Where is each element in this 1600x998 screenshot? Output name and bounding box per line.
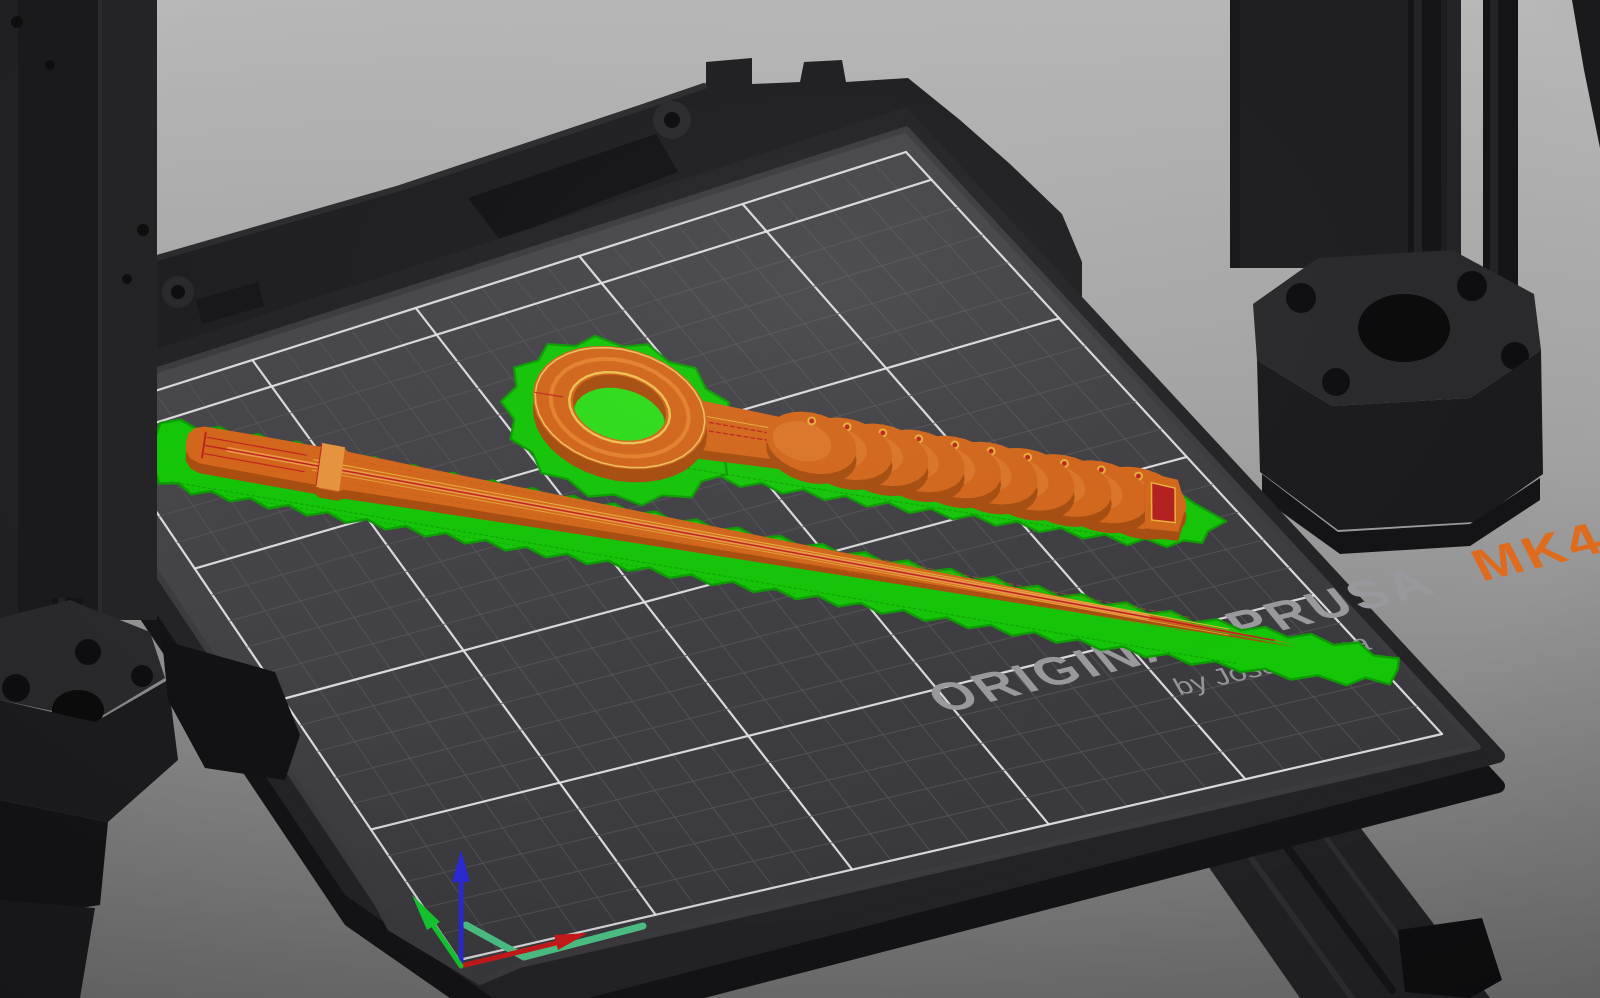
frame-screw — [137, 224, 149, 236]
grip-rib-eye-center — [809, 418, 815, 424]
left-z-column-face — [100, 0, 157, 620]
gcode-preview-viewport[interactable]: ORIGINAL PRUSA MK4S by Josef Prusa — [0, 0, 1600, 998]
frame-screw — [11, 16, 23, 28]
motor-screw-hole — [131, 665, 153, 687]
right-z-column-edge — [1230, 0, 1240, 268]
rear-standoff-hole — [171, 285, 185, 299]
motor-screw-hole — [2, 674, 30, 702]
left-z-column-groove — [98, 0, 102, 615]
left-foot — [0, 900, 95, 998]
motor-screw-hole — [1457, 271, 1487, 301]
left-z-column-edge — [0, 0, 18, 618]
motor-screw-hole — [1322, 368, 1350, 396]
grip-cap-infill — [1150, 481, 1176, 524]
grip-rib-eye-center — [988, 448, 994, 454]
frame-screw — [122, 274, 132, 284]
right-z-motor-bore — [1358, 294, 1450, 362]
motor-screw-hole — [1286, 283, 1316, 313]
rear-boss-hole — [664, 112, 680, 128]
slicer-3d-preview: ORIGINAL PRUSA MK4S by Josef Prusa — [0, 0, 1600, 998]
motor-screw-hole — [75, 639, 101, 665]
grip-rib-eye-center — [1136, 473, 1141, 479]
frame-screw — [45, 60, 55, 70]
right-z-column-face — [1447, 0, 1461, 262]
